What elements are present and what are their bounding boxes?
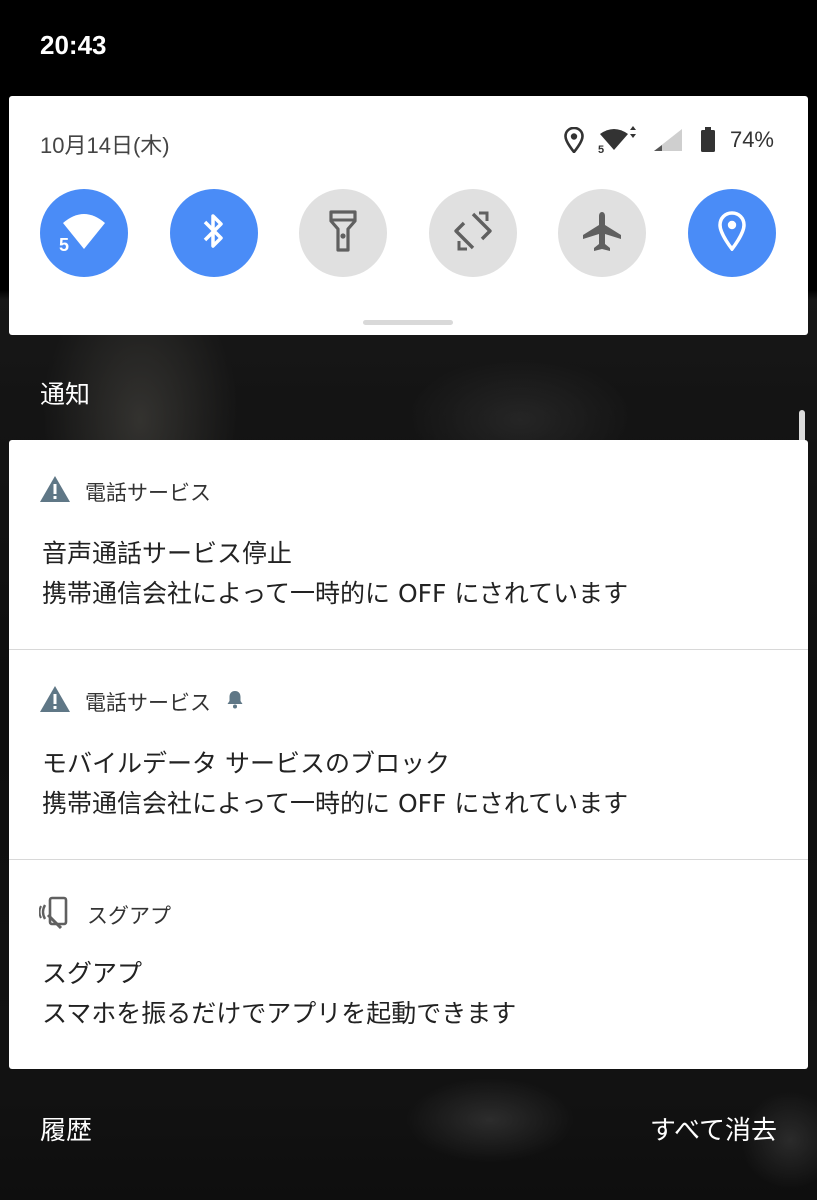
- location-tile[interactable]: [687, 189, 776, 277]
- battery-icon: [700, 127, 716, 153]
- location-icon: [717, 211, 747, 255]
- cellular-signal-icon: [652, 127, 686, 153]
- date-label: 10月14日(木): [40, 133, 170, 158]
- airplane-icon: [581, 210, 623, 256]
- status-bar-time: 20:43: [40, 30, 107, 60]
- notification-header: 電話サービス: [39, 475, 211, 508]
- wifi-tile[interactable]: 5: [40, 189, 128, 277]
- wifi-icon: 5: [57, 209, 111, 257]
- battery-percent: 74%: [729, 127, 774, 152]
- notification-list: 電話サービス 音声通話サービス停止 携帯通信会社によって一時的に OFF にされ…: [9, 440, 808, 1069]
- quick-settings-expand-handle[interactable]: [363, 320, 453, 325]
- wifi-status-icon: 5: [598, 126, 638, 154]
- quick-settings-panel: 10月14日(木) 5 74% 5: [9, 96, 808, 335]
- warning-icon: [39, 475, 71, 508]
- notifications-section-title: 通知: [40, 380, 91, 409]
- notification-item[interactable]: 電話サービス モバイルデータ サービスのブロック 携帯通信会社によって一時的に …: [9, 650, 808, 860]
- warning-icon: [39, 685, 71, 718]
- notification-text: 携帯通信会社によって一時的に OFF にされています: [42, 579, 629, 608]
- shake-phone-icon: [38, 895, 73, 934]
- bluetooth-tile[interactable]: [169, 189, 258, 277]
- quick-tiles-row: 5: [40, 189, 776, 277]
- notification-app-name: 電話サービス: [85, 480, 211, 505]
- location-status-icon: [564, 127, 584, 153]
- notification-header: 電話サービス: [39, 685, 245, 718]
- notification-item[interactable]: 電話サービス 音声通話サービス停止 携帯通信会社によって一時的に OFF にされ…: [9, 440, 808, 650]
- history-button[interactable]: 履歴: [40, 1110, 92, 1147]
- flashlight-icon: [328, 210, 358, 256]
- status-icons: 5 74%: [564, 126, 774, 154]
- notification-text: 携帯通信会社によって一時的に OFF にされています: [42, 789, 629, 818]
- notification-title: モバイルデータ サービスのブロック: [42, 749, 450, 778]
- notification-app-name: スグアプ: [87, 903, 171, 928]
- bluetooth-icon: [200, 211, 228, 255]
- airplane-mode-tile[interactable]: [558, 189, 646, 277]
- auto-rotate-tile[interactable]: [428, 189, 517, 277]
- notification-app-name: 電話サービス: [85, 690, 211, 715]
- notification-item[interactable]: スグアプ スグアプ スマホを振るだけでアプリを起動できます: [9, 860, 808, 1069]
- svg-text:5: 5: [598, 144, 604, 154]
- clear-all-button[interactable]: すべて消去: [650, 1110, 777, 1147]
- notification-title: 音声通話サービス停止: [42, 539, 293, 568]
- flashlight-tile[interactable]: [299, 189, 387, 277]
- notification-text: スマホを振るだけでアプリを起動できます: [42, 999, 517, 1028]
- notification-header: スグアプ: [38, 895, 171, 934]
- auto-rotate-icon: [452, 210, 494, 256]
- notification-title: スグアプ: [42, 959, 143, 988]
- svg-text:5: 5: [59, 235, 69, 253]
- bell-icon: [225, 689, 245, 714]
